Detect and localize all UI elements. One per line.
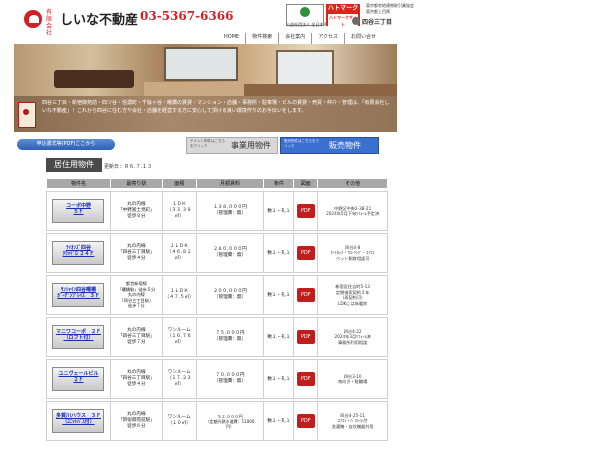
- rent-cell: ５２,０００円 （定額光熱水道費：11000 円）: [195, 401, 265, 441]
- application-forms-pdf-button[interactable]: 申込書式等(PDF)ここから: [17, 139, 115, 150]
- info-logo-icon: [18, 102, 36, 128]
- listing-table: 物件名 最寄り駅 面積 月額賃料 条件 図面 その他 コーポ中野 ５Ｆ 丸の内線…: [46, 178, 388, 441]
- area-cell: １ＤＫ （３３.３９ ㎡）: [161, 191, 197, 231]
- association-branch: 東京都上目黒: [366, 9, 390, 14]
- floorplan-pdf-icon[interactable]: PDF: [296, 372, 315, 386]
- company-logo-icon[interactable]: [24, 10, 42, 28]
- other-cell: 四谷4-8 ｵｰﾄﾛｯｸ・ﾌﾛｰﾘﾝｸﾞ・ｴｱｺﾝ ペット飼育相談可: [317, 233, 388, 273]
- table-row: 多賀川ハウス ３Ｆ （ﾕﾆｯﾄﾊﾞｽ付） 丸の内線 「新宿御苑前駅」 徒歩６分 …: [46, 401, 388, 441]
- station-cell: 丸の内線 「四谷三丁目駅」 徒歩４分: [109, 359, 163, 399]
- terms-cell: 敷１・礼１: [263, 233, 295, 273]
- station-cell: 丸の内線 「四谷三丁目駅」 徒歩７分: [109, 317, 163, 357]
- other-cell: 四谷3-10 南向き・駐輪場: [317, 359, 388, 399]
- property-name-link[interactable]: ｻﾝｼｬｲﾝ四谷曙橋 ｶﾞｰﾃﾞﾝﾌﾟﾚｲｽ ３Ｆ: [52, 283, 105, 307]
- floorplan-pdf-icon[interactable]: PDF: [296, 204, 315, 218]
- station-cell: 丸の内線 「四谷三丁目駅」 徒歩４分: [109, 233, 163, 273]
- floorplan-pdf-icon[interactable]: PDF: [296, 288, 315, 302]
- table-row: マニワコーポ ２Ｆ （ロフト付） 丸の内線 「四谷三丁目駅」 徒歩７分 ワンルー…: [46, 317, 388, 357]
- col-header-other: その他: [317, 178, 388, 189]
- business-button-label: 事業用物件: [231, 141, 271, 150]
- other-cell: 四谷4-25-11 ｴｱｺﾝ・ﾊﾞｽﾄｲﾚ付 洗濯機・自炊機器共用: [317, 401, 388, 441]
- rent-cell: ７５,０００円 （管理費：無）: [195, 317, 265, 357]
- col-header-floorplan: 図面: [293, 178, 319, 189]
- station-cell: 丸の内線 「中野富士見町」 徒歩８分: [109, 191, 163, 231]
- rent-cell: １３８,０００円 （管理費：無）: [195, 191, 265, 231]
- table-row: ユニヴェールビル ２Ｆ 丸の内線 「四谷三丁目駅」 徒歩４分 ワンルーム （１７…: [46, 359, 388, 399]
- rent-cell: ２８０,０００円 （管理費：無）: [195, 233, 265, 273]
- other-cell: 中野区中央2-38-21 2024年5月下旬ﾘﾌｫｰﾑ予定済: [317, 191, 388, 231]
- floorplan-pdf-icon[interactable]: PDF: [296, 330, 315, 344]
- section-title: 居住用物件: [46, 158, 102, 172]
- terms-cell: 敷１・礼１: [263, 317, 295, 357]
- company-name[interactable]: しいな不動産: [60, 9, 138, 28]
- property-name-link[interactable]: 多賀川ハウス ３Ｆ （ﾕﾆｯﾄﾊﾞｽ付）: [52, 409, 105, 433]
- branch-icon: [352, 17, 360, 25]
- table-row: ｻﾝｼｬｲﾝ四谷曙橋 ｶﾞｰﾃﾞﾝﾌﾟﾚｲｽ ３Ｆ 都営新宿線 「曙橋駅」徒歩５…: [46, 275, 388, 315]
- station-cell: 都営新宿線 「曙橋駅」徒歩５分 丸の内線 「四谷三丁目駅」 徒歩７分: [109, 275, 163, 315]
- terms-cell: 敷１・礼１: [263, 275, 295, 315]
- rent-cell: ７０,０００円 （管理費：無）: [195, 359, 265, 399]
- col-header-station: 最寄り駅: [109, 178, 163, 189]
- phone-number: 03-5367-6366: [140, 9, 234, 23]
- hatomark-label: ハトマーク: [327, 5, 359, 12]
- area-cell: １ＬＤＫ （４７.５㎡）: [161, 275, 197, 315]
- floorplan-pdf-icon[interactable]: PDF: [296, 414, 315, 428]
- table-row: ﾗｲｵﾝｽﾞ四谷 ｸﾜｯﾄﾞﾛ ２４Ｆ 丸の内線 「四谷三丁目駅」 徒歩４分 １…: [46, 233, 388, 273]
- terms-cell: 敷１・礼１: [263, 401, 295, 441]
- area-cell: ワンルーム （１７.２３ ㎡）: [161, 359, 197, 399]
- sales-button-caption: 販売物件はこちらをクリック: [284, 139, 319, 148]
- main-nav: HOME 物件検索 会社案内 アクセス お問い合せ: [218, 33, 382, 44]
- col-header-name: 物件名: [46, 178, 111, 189]
- business-button-caption: テナント物件はこちらをクリック: [190, 139, 225, 148]
- table-header-row: 物件名 最寄り駅 面積 月額賃料 条件 図面 その他: [46, 178, 388, 189]
- branch-name: 四谷三丁目: [362, 19, 393, 26]
- nav-access[interactable]: アクセス: [311, 33, 344, 44]
- terms-cell: 敷１・礼１: [263, 359, 295, 399]
- table-row: コーポ中野 ５Ｆ 丸の内線 「中野富士見町」 徒歩８分 １ＤＫ （３３.３９ ㎡…: [46, 191, 388, 231]
- col-header-area: 面積: [161, 178, 197, 189]
- rent-cell: ２００,０００円 （管理費：無）: [195, 275, 265, 315]
- property-name-link[interactable]: マニワコーポ ２Ｆ （ロフト付）: [52, 325, 105, 349]
- property-name-link[interactable]: ﾗｲｵﾝｽﾞ四谷 ｸﾜｯﾄﾞﾛ ２４Ｆ: [52, 241, 105, 265]
- sales-properties-button[interactable]: 販売物件はこちらをクリック 販売物件: [280, 137, 379, 154]
- nav-contact[interactable]: お問い合せ: [343, 33, 382, 44]
- nav-company[interactable]: 会社案内: [278, 33, 311, 44]
- area-cell: １ＬＤＫ （４６.８１ ㎡）: [161, 233, 197, 273]
- updated-date: 更新日：Ｒ６.７.１３: [104, 164, 153, 170]
- area-cell: ワンルーム （１０㎡）: [161, 401, 197, 441]
- floorplan-pdf-icon[interactable]: PDF: [296, 246, 315, 260]
- area-cell: ワンルーム （１６.７６ ㎡）: [161, 317, 197, 357]
- station-cell: 丸の内線 「新宿御苑前駅」 徒歩６分: [109, 401, 163, 441]
- hero-banner-image: [14, 44, 397, 96]
- col-header-rent: 月額賃料: [195, 178, 265, 189]
- sales-button-label: 販売物件: [329, 141, 361, 150]
- other-cell: 四谷4-22 2024年3月ﾘﾌｫｰﾑ済 事務所利用相談: [317, 317, 388, 357]
- logo-small-text: 有限会社: [46, 9, 53, 37]
- col-header-terms: 条件: [263, 178, 295, 189]
- property-name-link[interactable]: ユニヴェールビル ２Ｆ: [52, 367, 105, 391]
- property-name-link[interactable]: コーポ中野 ５Ｆ: [52, 199, 105, 223]
- nav-home[interactable]: HOME: [218, 33, 245, 44]
- other-cell: 新宿区住吉町5-13 定期借家契約３年 （再契約可） LDKには床暖房: [317, 275, 388, 315]
- terms-cell: 敷１・礼１: [263, 191, 295, 231]
- info-text: 四谷三丁目・新宿御苑前・四ツ谷・信濃町・千駄ヶ谷・曙橋の賃貸・マンション・店舗・…: [42, 100, 390, 114]
- nav-property-search[interactable]: 物件検索: [245, 33, 278, 44]
- business-properties-button[interactable]: テナント物件はこちらをクリック 事業用物件: [186, 137, 278, 154]
